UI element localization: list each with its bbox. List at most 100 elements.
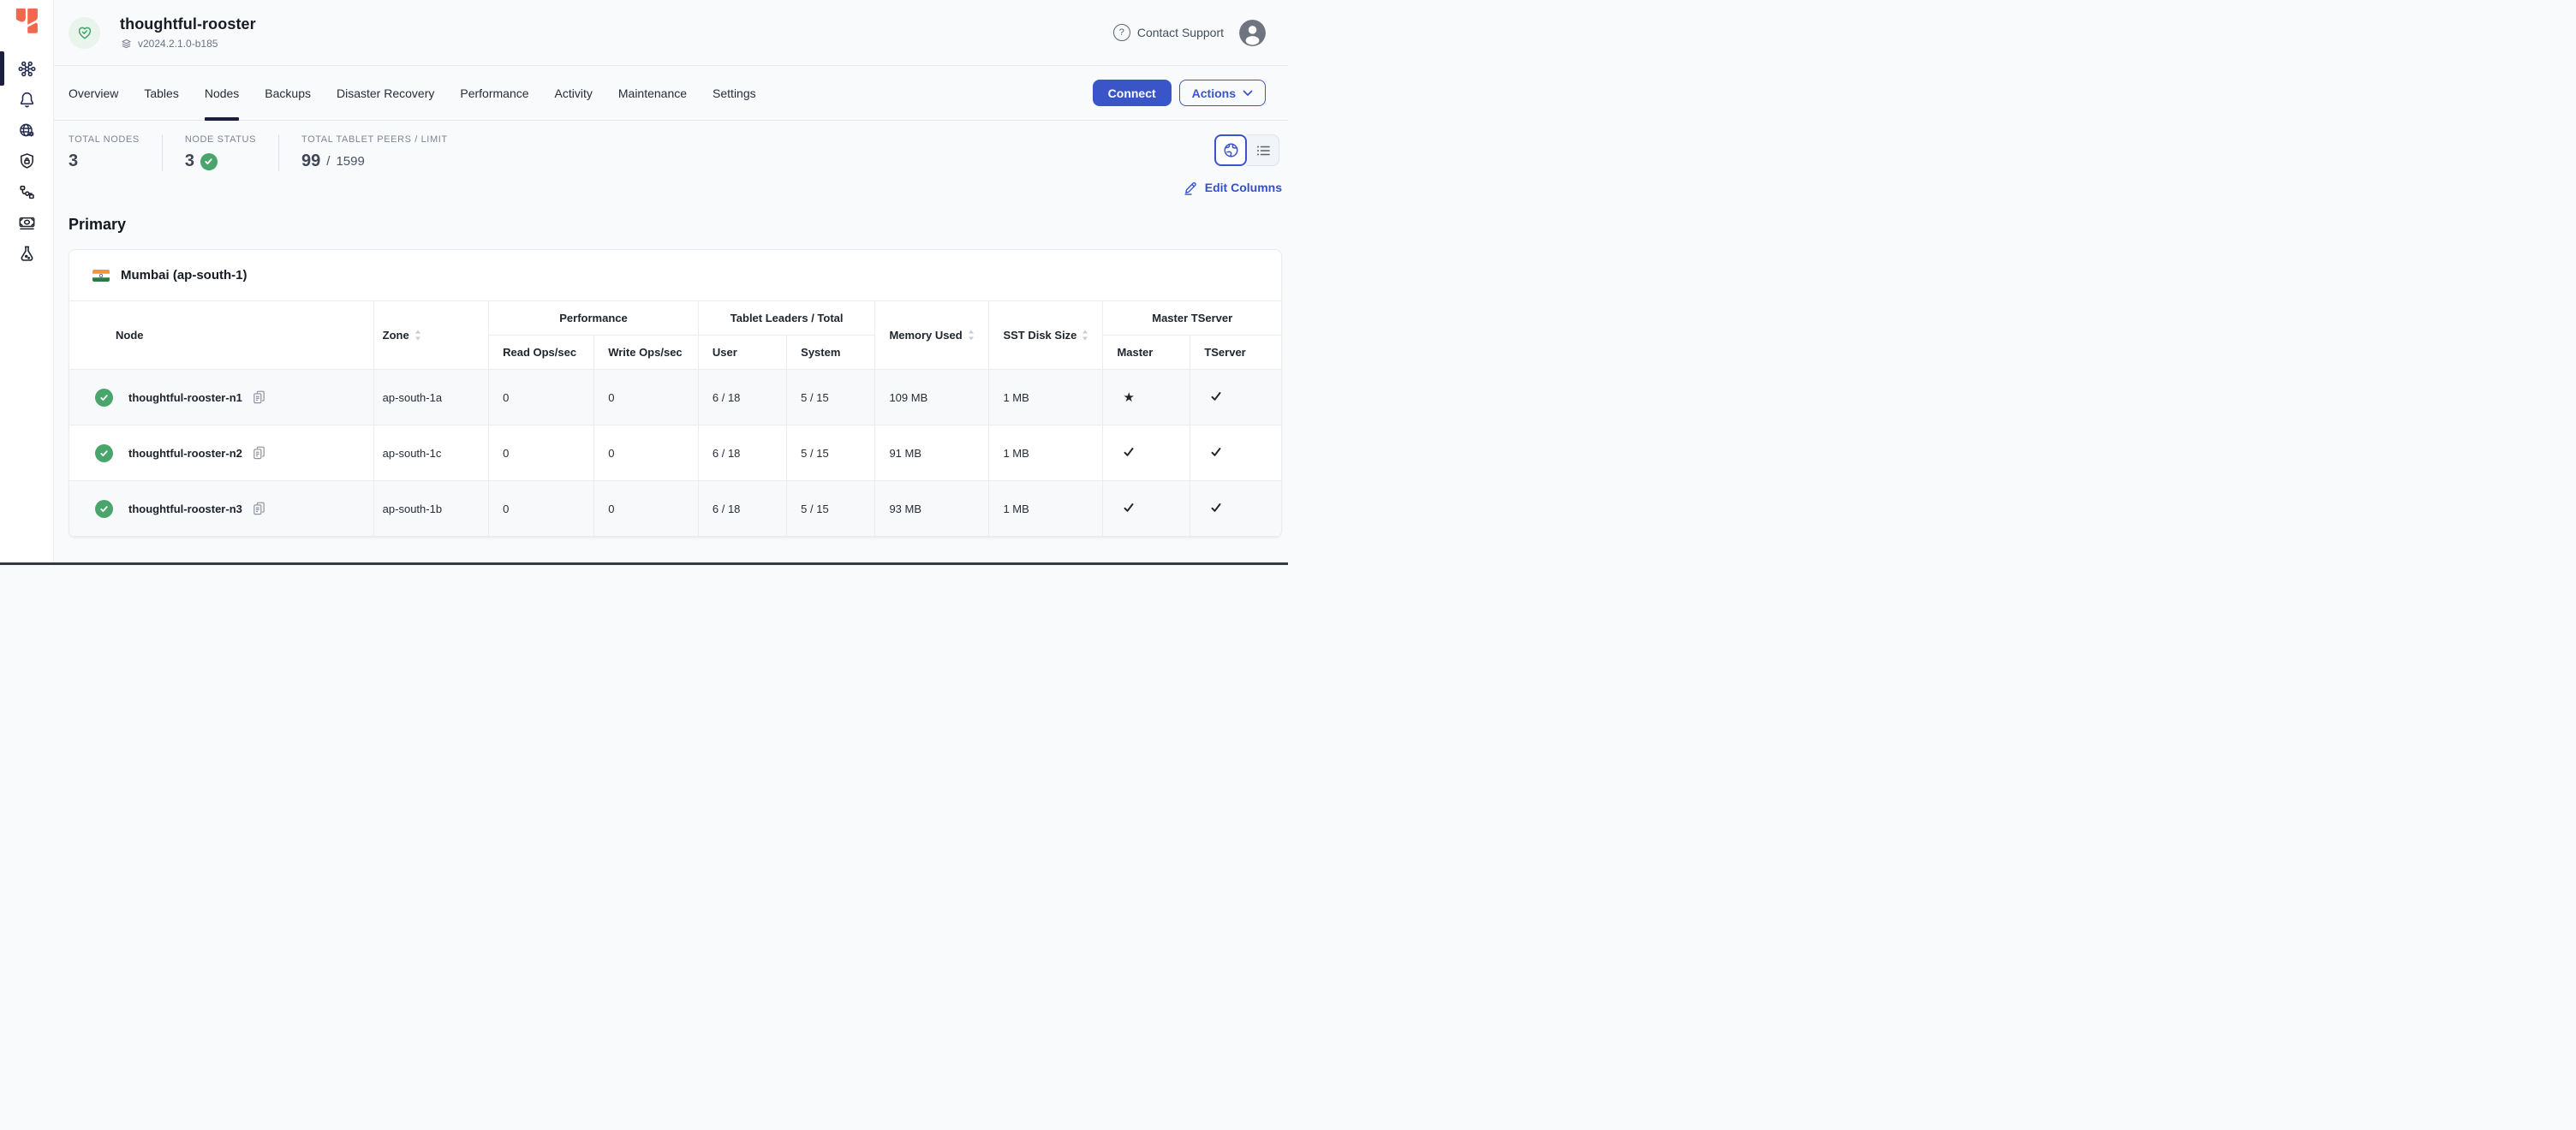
heart-check-icon (75, 23, 94, 42)
memory-cell: 109 MB (875, 370, 989, 425)
master-check-icon (1123, 446, 1135, 458)
tab-performance[interactable]: Performance (460, 66, 528, 120)
tab-backups[interactable]: Backups (265, 66, 311, 120)
memory-cell: 93 MB (875, 481, 989, 537)
sort-arrows-icon (414, 330, 421, 341)
list-icon (1255, 142, 1272, 159)
copy-icon[interactable] (252, 501, 266, 517)
tab-disaster-recovery[interactable]: Disaster Recovery (337, 66, 434, 120)
map-view-button[interactable] (1214, 134, 1247, 166)
stat-total-nodes: TOTAL NODES 3 (69, 134, 162, 171)
tserver-cell (1190, 481, 1281, 537)
node-name: thoughtful-rooster-n2 (128, 447, 242, 460)
tserver-check-icon (1210, 502, 1222, 514)
column-header-system: System (787, 336, 875, 370)
column-header-node[interactable]: Node (69, 301, 373, 370)
pencil-icon (1183, 180, 1198, 195)
node-cell: thoughtful-rooster-n1 (83, 389, 373, 407)
table-row[interactable]: thoughtful-rooster-n1 (69, 370, 1281, 425)
zone-cell: ap-south-1b (373, 481, 488, 537)
view-toggle (1214, 134, 1279, 166)
region-header: Mumbai (ap-south-1) (69, 250, 1281, 300)
bell-icon (17, 90, 37, 110)
cluster-icon (17, 59, 37, 79)
tab-settings[interactable]: Settings (713, 66, 756, 120)
column-header-zone[interactable]: Zone (373, 301, 488, 370)
column-header-master: Master (1103, 336, 1190, 370)
sidebar-item-integrations[interactable] (0, 176, 53, 207)
master-check-icon (1123, 502, 1135, 514)
healthy-check-icon (200, 153, 218, 170)
tab-maintenance[interactable]: Maintenance (618, 66, 687, 120)
sidebar-item-labs[interactable] (0, 238, 53, 269)
column-header-memory[interactable]: Memory Used (875, 301, 989, 370)
stat-label: TOTAL TABLET PEERS / LIMIT (301, 134, 448, 145)
column-group-tablet-leaders: Tablet Leaders / Total (698, 301, 875, 336)
version-row: v2024.2.1.0-b185 (120, 37, 256, 50)
billing-icon (17, 213, 37, 233)
tab-nodes[interactable]: Nodes (205, 66, 239, 120)
yugabyte-logo[interactable] (14, 7, 39, 34)
sidebar-item-network[interactable] (0, 115, 53, 146)
list-view-button[interactable] (1247, 134, 1279, 166)
write-ops-cell: 0 (594, 370, 699, 425)
app-root: thoughtful-rooster v2024.2.1.0-b185 ? Co… (0, 0, 1288, 565)
master-cell (1103, 481, 1190, 537)
sort-arrows-icon (1082, 330, 1088, 341)
stat-label: NODE STATUS (185, 134, 256, 145)
tablet-peers-count: 99 (301, 152, 320, 171)
node-healthy-icon (95, 444, 113, 462)
region-card: Mumbai (ap-south-1) Node Zone (69, 249, 1282, 538)
actions-button[interactable]: Actions (1179, 80, 1266, 106)
topbar-right: ? Contact Support (1113, 20, 1266, 46)
layers-icon (120, 37, 133, 50)
avatar[interactable] (1239, 20, 1266, 46)
node-name: thoughtful-rooster-n1 (128, 391, 242, 404)
shield-lock-icon (17, 152, 37, 171)
topbar: thoughtful-rooster v2024.2.1.0-b185 ? Co… (54, 0, 1288, 66)
column-group-performance: Performance (489, 301, 699, 336)
flask-icon (17, 244, 37, 264)
content: TOTAL NODES 3 NODE STATUS 3 TOTAL TABLET… (54, 121, 1288, 565)
node-cell: thoughtful-rooster-n3 (83, 500, 373, 518)
copy-icon[interactable] (252, 390, 266, 406)
contact-support-label: Contact Support (1137, 26, 1224, 39)
stat-value: 3 (69, 152, 140, 171)
actions-button-label: Actions (1192, 86, 1236, 100)
tab-overview[interactable]: Overview (69, 66, 118, 120)
zone-cell: ap-south-1a (373, 370, 488, 425)
sidebar-item-security[interactable] (0, 146, 53, 176)
sst-cell: 1 MB (989, 370, 1103, 425)
contact-support-link[interactable]: ? Contact Support (1113, 24, 1224, 41)
sidebar-item-billing[interactable] (0, 207, 53, 238)
edit-columns-button[interactable]: Edit Columns (1183, 180, 1282, 195)
write-ops-cell: 0 (594, 425, 699, 481)
tabbar: Overview Tables Nodes Backups Disaster R… (54, 66, 1288, 121)
help-icon: ? (1113, 24, 1130, 41)
user-tablets-cell: 6 / 18 (698, 370, 786, 425)
tablet-peers-separator: / (326, 154, 330, 169)
copy-icon[interactable] (252, 445, 266, 461)
user-tablets-cell: 6 / 18 (698, 481, 786, 537)
sidebar-item-alerts[interactable] (0, 84, 53, 115)
chevron-down-icon (1243, 90, 1253, 97)
tab-actions: Connect Actions (1093, 80, 1266, 106)
table-row[interactable]: thoughtful-rooster-n3 (69, 481, 1281, 537)
node-name: thoughtful-rooster-n3 (128, 503, 242, 515)
active-indicator (0, 51, 4, 86)
column-header-sst[interactable]: SST Disk Size (989, 301, 1103, 370)
master-leader-star-icon: ★ (1123, 390, 1134, 405)
stat-value: 3 (185, 152, 256, 171)
column-group-master-tserver: Master TServer (1103, 301, 1281, 336)
sidebar-item-clusters[interactable] (0, 53, 53, 84)
tab-activity[interactable]: Activity (555, 66, 593, 120)
section-title: Primary (69, 216, 1282, 234)
page-title: thoughtful-rooster (120, 15, 256, 33)
node-healthy-icon (95, 389, 113, 407)
sst-cell: 1 MB (989, 481, 1103, 537)
connect-button[interactable]: Connect (1093, 80, 1172, 106)
tab-tables[interactable]: Tables (144, 66, 178, 120)
table-row[interactable]: thoughtful-rooster-n2 (69, 425, 1281, 481)
nodes-table: Node Zone Performance Tablet Leaders / T… (69, 300, 1281, 537)
stat-tablet-peers: TOTAL TABLET PEERS / LIMIT 99 / 1599 (278, 134, 470, 171)
